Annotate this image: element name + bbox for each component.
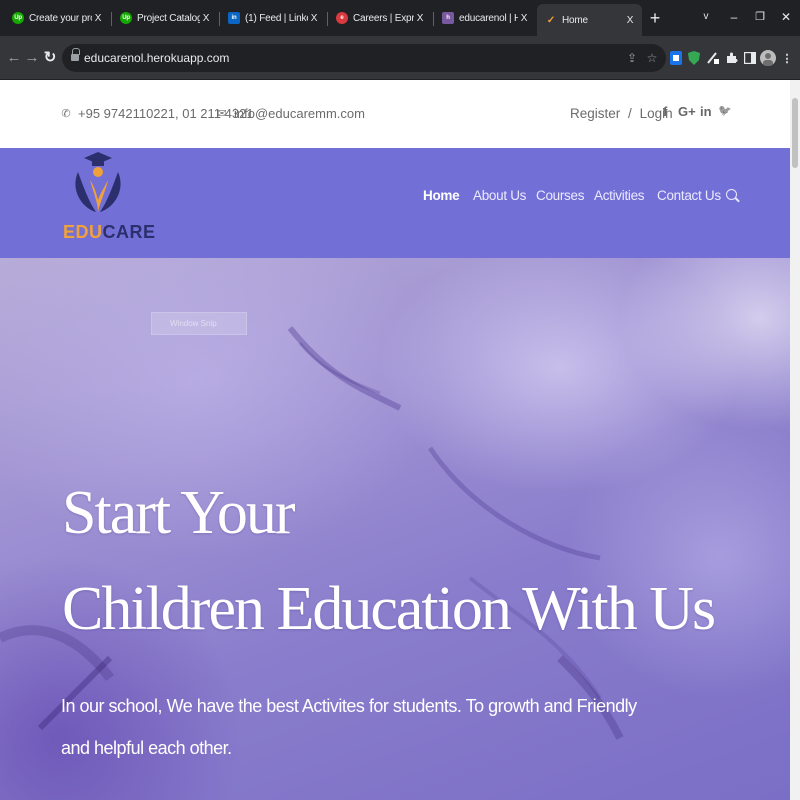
- nav-item-home[interactable]: Home: [423, 188, 460, 203]
- register-link[interactable]: Register: [570, 106, 620, 121]
- web-page: ✆ +95 9742110221, 01 211 4321 ✉ info@edu…: [0, 80, 790, 800]
- tab-title: Project Catalog | Upwor: [137, 12, 200, 24]
- tab-close-icon[interactable]: X: [200, 13, 212, 24]
- tab-close-icon[interactable]: X: [308, 13, 320, 24]
- extension-icon[interactable]: [668, 49, 684, 67]
- expressvpn-icon: e: [336, 12, 348, 24]
- reload-icon[interactable]: ↻: [40, 48, 60, 68]
- bookmark-star-icon[interactable]: ☆: [644, 50, 660, 66]
- side-panel-icon[interactable]: [742, 49, 758, 67]
- heroku-icon: h: [442, 12, 454, 24]
- page-scrollbar[interactable]: [790, 80, 800, 800]
- logo-text: EDUCARE: [63, 222, 156, 243]
- upwork-icon: Up: [12, 12, 24, 24]
- facebook-icon[interactable]: f: [663, 104, 667, 119]
- tab-title: Home: [562, 14, 588, 26]
- email-contact[interactable]: ✉ info@educaremm.com: [216, 106, 365, 121]
- address-bar[interactable]: educarenol.herokuapp.com ⇪ ☆: [62, 44, 666, 72]
- tab-close-icon[interactable]: X: [92, 13, 104, 24]
- logo-text-edu: EDU: [63, 222, 103, 242]
- nav-item-courses[interactable]: Courses: [536, 188, 584, 203]
- main-navigation: EDUCARE Home About Us Courses Activities…: [0, 148, 790, 258]
- linkedin-icon[interactable]: in: [700, 104, 712, 119]
- tab-strip: Up Create your profile X Up Project Cata…: [0, 0, 800, 36]
- tab-title: (1) Feed | LinkedIn: [245, 12, 308, 24]
- tab-home[interactable]: ✓ Home X: [537, 4, 642, 36]
- hero-banner: Window Snip Start Your Children Educatio…: [0, 258, 790, 800]
- linkedin-icon: in: [228, 12, 240, 24]
- puzzle-icon[interactable]: [724, 49, 740, 67]
- login-link[interactable]: Login: [640, 106, 673, 121]
- tab-title: educarenol | Heroku: [459, 12, 518, 24]
- tab-project-catalog[interactable]: Up Project Catalog | Upwor X: [112, 4, 218, 32]
- share-icon[interactable]: ⇪: [624, 50, 640, 66]
- phone-icon: ✆: [61, 107, 71, 120]
- contact-bar: ✆ +95 9742110221, 01 211 4321 ✉ info@edu…: [0, 80, 790, 148]
- minimize-button[interactable]: –: [720, 6, 748, 28]
- tab-title: Careers | ExpressVPN: [353, 12, 414, 24]
- auth-separator: /: [628, 106, 632, 121]
- tab-close-icon[interactable]: X: [518, 13, 530, 24]
- envelope-icon: ✉: [217, 107, 227, 120]
- tab-search-button[interactable]: v: [692, 6, 720, 28]
- tab-linkedin[interactable]: in (1) Feed | LinkedIn X: [220, 4, 326, 32]
- tab-create-profile[interactable]: Up Create your profile X: [4, 4, 110, 32]
- upwork-icon: Up: [120, 12, 132, 24]
- hero-subtitle-line1: In our school, We have the best Activite…: [61, 696, 637, 716]
- profile-avatar[interactable]: [760, 49, 776, 67]
- tab-heroku[interactable]: h educarenol | Heroku X: [434, 4, 536, 32]
- hero-title-line1: Start Your: [62, 479, 296, 547]
- site-icon: ✓: [546, 14, 556, 26]
- hero-subtitle-line2: and helpful each other.: [61, 738, 232, 758]
- email-address[interactable]: info@educaremm.com: [234, 106, 365, 121]
- nav-item-about-us[interactable]: About Us: [473, 188, 526, 203]
- pen-icon[interactable]: [705, 49, 721, 67]
- browser-toolbar: ← → ↻ educarenol.herokuapp.com ⇪ ☆ ⋮: [0, 36, 800, 80]
- tab-close-icon[interactable]: X: [624, 15, 636, 26]
- nav-item-contact-us[interactable]: Contact Us: [657, 188, 721, 203]
- forward-arrow-icon[interactable]: →: [22, 48, 42, 68]
- tab-title: Create your profile: [29, 12, 92, 24]
- hero-title-line2: Children Education With Us: [62, 575, 716, 643]
- back-arrow-icon[interactable]: ←: [4, 48, 24, 68]
- scrollbar-thumb[interactable]: [792, 98, 798, 168]
- educare-logo[interactable]: EDUCARE: [60, 150, 155, 246]
- tab-expressvpn[interactable]: e Careers | ExpressVPN X: [328, 4, 432, 32]
- new-tab-button[interactable]: +: [645, 8, 665, 28]
- shield-icon[interactable]: [686, 49, 702, 67]
- lock-icon: [71, 48, 80, 62]
- google-plus-icon[interactable]: G+: [678, 104, 696, 119]
- tab-close-icon[interactable]: X: [414, 13, 426, 24]
- twitter-icon[interactable]: 🐦: [718, 104, 732, 117]
- url-text[interactable]: educarenol.herokuapp.com: [84, 51, 229, 65]
- logo-graduation-icon: [75, 152, 121, 212]
- close-window-button[interactable]: ✕: [772, 6, 800, 28]
- nav-item-activities[interactable]: Activities: [594, 188, 645, 203]
- auth-links: Register / Login: [570, 106, 673, 121]
- logo-text-care: CARE: [102, 222, 156, 242]
- kebab-menu-icon[interactable]: ⋮: [779, 49, 795, 67]
- window-snip-overlay: Window Snip: [151, 312, 247, 335]
- restore-button[interactable]: ❐: [746, 6, 774, 28]
- search-icon[interactable]: [726, 189, 740, 203]
